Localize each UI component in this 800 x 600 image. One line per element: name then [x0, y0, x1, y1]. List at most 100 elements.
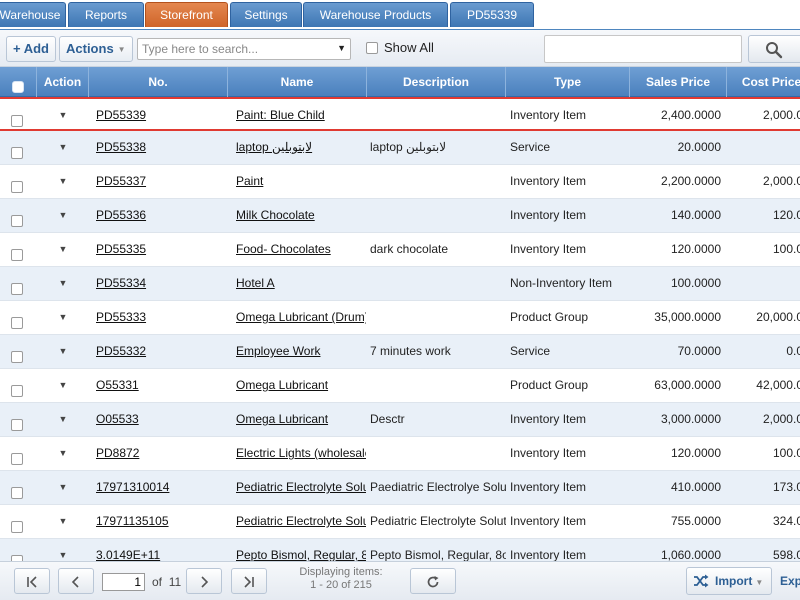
- cell-name[interactable]: Food- Chocolates: [236, 233, 366, 266]
- tab-pd55339[interactable]: PD55339: [450, 2, 534, 27]
- cell-name[interactable]: Pediatric Electrolyte Solutio: [236, 471, 366, 504]
- previous-page-button[interactable]: [58, 568, 94, 594]
- cell-name-text[interactable]: Employee Work: [236, 344, 320, 358]
- table-row[interactable]: ▼ PD55333 Omega Lubricant (Drum) Product Gr…: [0, 301, 800, 335]
- cell-no[interactable]: PD55334: [96, 267, 226, 300]
- tab-settings[interactable]: Settings: [230, 2, 302, 27]
- row-action-dropdown-icon[interactable]: ▼: [37, 437, 89, 470]
- cell-no[interactable]: O55331: [96, 369, 226, 402]
- cell-no[interactable]: PD55335: [96, 233, 226, 266]
- table-row[interactable]: ▼ 17971135105 Pediatric Electrolyte Soluti…: [0, 505, 800, 539]
- cell-no[interactable]: 17971135105: [96, 505, 226, 538]
- cell-name[interactable]: Employee Work: [236, 335, 366, 368]
- table-row[interactable]: ▼ O55331 Omega Lubricant Product Group 63,00…: [0, 369, 800, 403]
- column-header-no[interactable]: No.: [89, 67, 228, 97]
- cell-name[interactable]: Hotel A: [236, 267, 366, 300]
- row-checkbox[interactable]: [11, 350, 23, 363]
- row-action-dropdown-icon[interactable]: ▼: [37, 335, 89, 368]
- cell-name[interactable]: Paint: Blue Child: [236, 99, 366, 129]
- tab-warehouse-products[interactable]: Warehouse Products: [303, 2, 448, 27]
- cell-name-text[interactable]: Paint: Blue Child: [236, 108, 325, 122]
- cell-name-text[interactable]: Electric Lights (wholesales: [236, 446, 366, 460]
- row-checkbox[interactable]: [11, 452, 23, 465]
- row-checkbox[interactable]: [11, 248, 23, 261]
- row-checkbox[interactable]: [11, 486, 23, 499]
- search-combobox[interactable]: ▼: [137, 38, 351, 60]
- tab-storefront[interactable]: Storefront: [145, 2, 228, 27]
- column-header-cost-price[interactable]: Cost Price: [727, 67, 800, 97]
- tab-reports[interactable]: Reports: [68, 2, 144, 27]
- cell-no-text[interactable]: 17971135105: [96, 514, 169, 528]
- table-row[interactable]: ▼ PD55332 Employee Work 7 minutes work Servi…: [0, 335, 800, 369]
- table-row[interactable]: ▼ O05533 Omega Lubricant Desctr Inventory It…: [0, 403, 800, 437]
- table-row[interactable]: ▼ PD55334 Hotel A Non-Inventory Item 100.000…: [0, 267, 800, 301]
- row-action-dropdown-icon[interactable]: ▼: [37, 99, 89, 129]
- table-row[interactable]: ▼ PD55336 Milk Chocolate Inventory Item 140.…: [0, 199, 800, 233]
- refresh-button[interactable]: [410, 568, 456, 594]
- row-checkbox[interactable]: [11, 520, 23, 533]
- cell-no-text[interactable]: O05533: [96, 412, 139, 426]
- cell-no-text[interactable]: 3.0149E+11: [96, 548, 160, 561]
- search-input[interactable]: [138, 39, 326, 59]
- chevron-down-icon[interactable]: ▼: [337, 43, 346, 53]
- table-row[interactable]: ▼ PD55337 Paint Inventory Item 2,200.0000 2,0…: [0, 165, 800, 199]
- page-number-input[interactable]: [102, 573, 145, 591]
- cell-name[interactable]: Omega Lubricant: [236, 369, 366, 402]
- actions-button[interactable]: Actions ▼: [59, 36, 133, 62]
- column-header-name[interactable]: Name: [228, 67, 367, 97]
- table-row[interactable]: ▼ PD55338 laptop لابتوبلين laptop لابتوبلين…: [0, 131, 800, 165]
- cell-no-text[interactable]: PD55334: [96, 276, 146, 290]
- cell-name-text[interactable]: Pediatric Electrolyte Solutio: [236, 480, 366, 494]
- cell-name-text[interactable]: Pepto Bismol, Regular, 8oz: [236, 548, 366, 561]
- cell-name[interactable]: Omega Lubricant: [236, 403, 366, 436]
- row-action-dropdown-icon[interactable]: ▼: [37, 267, 89, 300]
- cell-name-text[interactable]: Paint: [236, 174, 263, 188]
- select-all-checkbox[interactable]: [12, 80, 24, 93]
- tab-warehouse[interactable]: Warehouse: [0, 2, 66, 27]
- cell-name[interactable]: Omega Lubricant (Drum): [236, 301, 366, 334]
- row-action-dropdown-icon[interactable]: ▼: [37, 165, 89, 198]
- row-action-dropdown-icon[interactable]: ▼: [37, 233, 89, 266]
- cell-no-text[interactable]: PD55336: [96, 208, 146, 222]
- cell-no[interactable]: PD55338: [96, 131, 226, 164]
- cell-no[interactable]: O05533: [96, 403, 226, 436]
- cell-no-text[interactable]: PD55338: [96, 140, 146, 154]
- table-row[interactable]: ▼ 3.0149E+11 Pepto Bismol, Regular, 8oz Pep…: [0, 539, 800, 561]
- row-checkbox[interactable]: [11, 180, 23, 193]
- add-button[interactable]: + Add: [6, 36, 56, 62]
- column-header-action[interactable]: Action: [37, 67, 89, 97]
- cell-no-text[interactable]: PD55333: [96, 310, 146, 324]
- row-action-dropdown-icon[interactable]: ▼: [37, 199, 89, 232]
- table-row[interactable]: ▼ PD8872 Electric Lights (wholesales Invent…: [0, 437, 800, 471]
- row-checkbox[interactable]: [11, 316, 23, 329]
- column-header-description[interactable]: Description: [367, 67, 506, 97]
- cell-name-text[interactable]: laptop لابتوبلين: [236, 140, 312, 154]
- row-checkbox[interactable]: [11, 214, 23, 227]
- row-action-dropdown-icon[interactable]: ▼: [37, 471, 89, 504]
- row-checkbox[interactable]: [11, 146, 23, 159]
- cell-name-text[interactable]: Omega Lubricant (Drum): [236, 310, 366, 324]
- cell-no-text[interactable]: PD55335: [96, 242, 146, 256]
- cell-no[interactable]: PD55336: [96, 199, 226, 232]
- cell-name[interactable]: laptop لابتوبلين: [236, 131, 366, 164]
- table-row[interactable]: ▼ PD55335 Food- Chocolates dark chocolate In…: [0, 233, 800, 267]
- cell-name-text[interactable]: Milk Chocolate: [236, 208, 315, 222]
- row-action-dropdown-icon[interactable]: ▼: [37, 301, 89, 334]
- cell-no-text[interactable]: 17971310014: [96, 480, 169, 494]
- cell-name[interactable]: Pepto Bismol, Regular, 8oz: [236, 539, 366, 561]
- row-action-dropdown-icon[interactable]: ▼: [37, 403, 89, 436]
- show-all-checkbox[interactable]: [366, 42, 378, 54]
- row-action-dropdown-icon[interactable]: ▼: [37, 505, 89, 538]
- cell-no[interactable]: PD55337: [96, 165, 226, 198]
- cell-name[interactable]: Pediatric Electrolyte Solutio: [236, 505, 366, 538]
- cell-no-text[interactable]: PD55337: [96, 174, 146, 188]
- row-action-dropdown-icon[interactable]: ▼: [37, 539, 89, 561]
- show-all-toggle[interactable]: Show All: [366, 40, 434, 60]
- column-header-sales-price[interactable]: Sales Price: [630, 67, 727, 97]
- row-checkbox[interactable]: [11, 114, 23, 127]
- row-action-dropdown-icon[interactable]: ▼: [37, 369, 89, 402]
- column-header-type[interactable]: Type: [506, 67, 630, 97]
- cell-name[interactable]: Milk Chocolate: [236, 199, 366, 232]
- row-action-dropdown-icon[interactable]: ▼: [37, 131, 89, 164]
- cell-no-text[interactable]: O55331: [96, 378, 139, 392]
